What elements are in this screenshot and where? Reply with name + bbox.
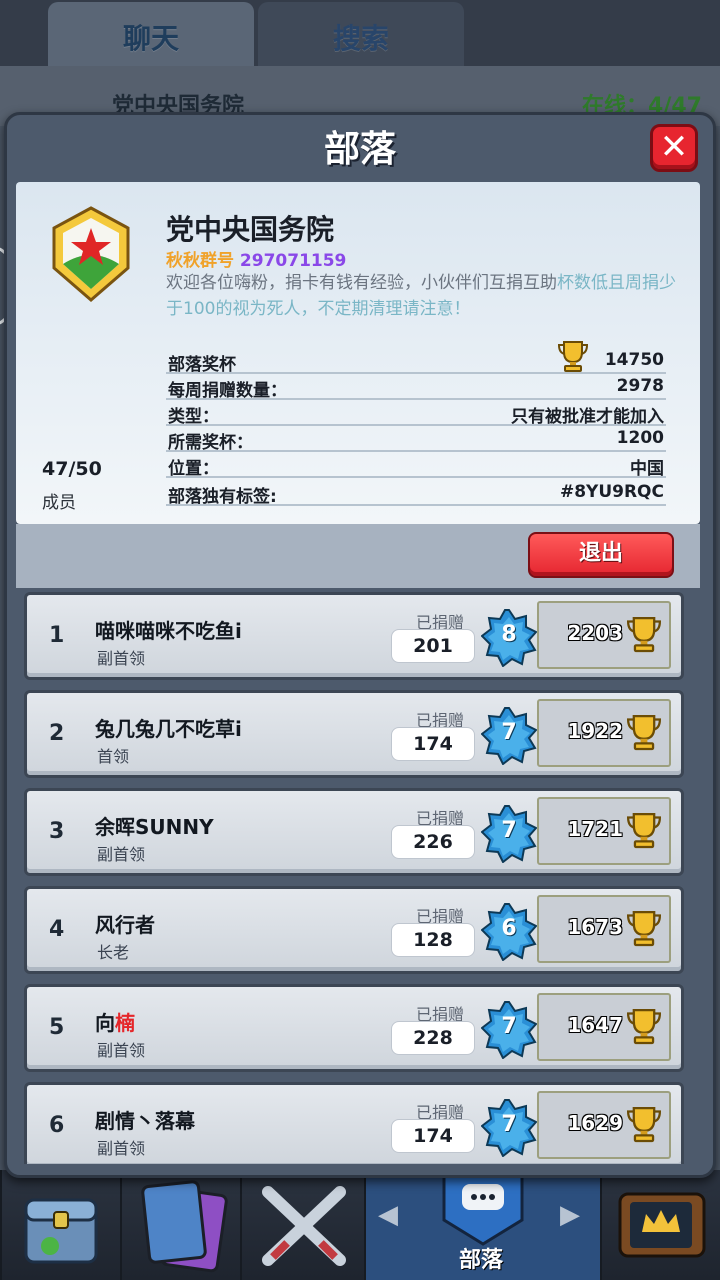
member-list[interactable]: 1 喵咪喵咪不吃鱼i 副首领 已捐赠 201 8 2203 2 兔几兔几不吃草i… xyxy=(16,588,700,1164)
member-trophies: 1629 xyxy=(567,1111,623,1135)
donated-count: 174 xyxy=(391,727,475,761)
member-role: 副首领 xyxy=(97,845,146,864)
member-rank: 6 xyxy=(49,1113,65,1138)
member-role: 副首领 xyxy=(97,1041,146,1060)
nav-clan-label: 部落 xyxy=(458,1248,503,1273)
member-role: 副首领 xyxy=(97,649,146,668)
donated-count: 128 xyxy=(391,923,475,957)
stat-clan-tag: 部落独有标签: #8YU9RQC xyxy=(166,480,666,507)
tab-chat[interactable]: 聊天 xyxy=(48,2,254,66)
tab-search[interactable]: 搜索 xyxy=(258,2,464,66)
stat-required-trophies: 所需奖杯： 1200 xyxy=(166,426,666,453)
stat-value: 2978 xyxy=(616,376,664,396)
member-rank: 4 xyxy=(49,917,65,942)
level-number: 6 xyxy=(501,916,517,941)
member-trophies: 1721 xyxy=(567,817,623,841)
nav-cards[interactable] xyxy=(120,1170,240,1280)
donated-count: 228 xyxy=(391,1021,475,1055)
donated-count: 226 xyxy=(391,825,475,859)
stat-label: 部落独有标签: xyxy=(168,487,277,507)
stat-value: #8YU9RQC xyxy=(559,482,664,502)
clan-name: 党中央国务院 xyxy=(166,213,335,246)
member-role: 首领 xyxy=(97,747,130,766)
stat-value: 1200 xyxy=(616,428,664,448)
qq-group-number: 297071159 xyxy=(239,251,347,271)
members-label: 成员 xyxy=(42,493,76,513)
member-name: 兔几兔几不吃草i xyxy=(95,717,242,741)
trophy-icon xyxy=(627,1107,661,1143)
qq-group-line: 秋秋群号 297071159 xyxy=(166,246,346,271)
tv-royale-icon xyxy=(618,1192,706,1258)
members-count: 47/50 xyxy=(42,458,102,480)
member-trophies: 2203 xyxy=(567,621,623,645)
stat-label: 位置： xyxy=(168,459,219,479)
stat-location: 位置： 中国 xyxy=(166,452,666,479)
stat-value: 14750 xyxy=(604,350,664,370)
member-rank: 5 xyxy=(49,1015,65,1040)
nav-battle[interactable] xyxy=(240,1170,364,1280)
stat-value: 只有被批准才能加入 xyxy=(511,407,664,427)
member-rank: 1 xyxy=(49,623,65,648)
member-row[interactable]: 1 喵咪喵咪不吃鱼i 副首领 已捐赠 201 8 2203 xyxy=(24,592,684,680)
desc-number: 100 xyxy=(183,299,216,319)
desc-part-3: 的视为死人，不定期清理请注意！ xyxy=(215,299,471,319)
nav-right-arrow-icon[interactable]: ▶ xyxy=(560,1200,580,1230)
stat-clan-trophies: 部落奖杯 14750 xyxy=(166,341,666,375)
nav-left-arrow-icon[interactable]: ◀ xyxy=(378,1200,398,1230)
donated-count: 201 xyxy=(391,629,475,663)
member-trophies: 1647 xyxy=(567,1013,623,1037)
member-row[interactable]: 3 余晖SUNNY 副首领 已捐赠 226 7 1721 xyxy=(24,788,684,876)
donated-count: 174 xyxy=(391,1119,475,1153)
member-row[interactable]: 5 向楠 副首领 已捐赠 228 7 1647 xyxy=(24,984,684,1072)
stat-value: 中国 xyxy=(630,459,664,479)
level-number: 8 xyxy=(501,622,517,647)
stat-label: 所需奖杯： xyxy=(168,433,253,453)
level-number: 7 xyxy=(501,1014,517,1039)
nav-tv[interactable] xyxy=(600,1170,720,1280)
member-row[interactable]: 2 兔几兔几不吃草i 首领 已捐赠 174 7 1922 xyxy=(24,690,684,778)
clan-description: 欢迎各位嗨粉，捐卡有钱有经验，小伙伴们互捐互助杯数低且周捐少于100的视为死人，… xyxy=(166,270,676,322)
nav-shop[interactable] xyxy=(0,1170,120,1280)
member-role: 副首领 xyxy=(97,1139,146,1158)
stat-label: 每周捐赠数量： xyxy=(168,381,287,401)
member-name: 风行者 xyxy=(95,913,155,937)
clan-badge-icon xyxy=(52,206,130,302)
member-rank: 2 xyxy=(49,721,65,746)
level-number: 7 xyxy=(501,1112,517,1137)
level-number: 7 xyxy=(501,818,517,843)
crossed-swords-icon xyxy=(262,1186,346,1266)
trophy-icon xyxy=(627,617,661,653)
trophy-icon xyxy=(627,813,661,849)
trophy-icon xyxy=(627,715,661,751)
member-role: 长老 xyxy=(97,943,130,962)
member-trophies: 1922 xyxy=(567,719,623,743)
close-button[interactable]: ✕ xyxy=(650,124,698,172)
modal-title: 部落 xyxy=(323,129,396,170)
member-row[interactable]: 6 剧情丶落幕 副首领 已捐赠 174 7 1629 xyxy=(24,1082,684,1164)
member-row[interactable]: 4 风行者 长老 已捐赠 128 6 1673 xyxy=(24,886,684,974)
stat-weekly-donations: 每周捐赠数量： 2978 xyxy=(166,374,666,401)
stat-label: 类型： xyxy=(168,407,219,427)
member-name: 余晖SUNNY xyxy=(95,815,214,839)
member-name: 向楠 xyxy=(95,1011,135,1035)
member-rank: 3 xyxy=(49,819,65,844)
member-name: 喵咪喵咪不吃鱼i xyxy=(95,619,242,643)
cards-icon xyxy=(141,1180,228,1273)
trophy-icon xyxy=(627,1009,661,1045)
member-trophies: 1673 xyxy=(567,915,623,939)
stat-type: 类型： 只有被批准才能加入 xyxy=(166,400,666,427)
stat-label: 部落奖杯 xyxy=(168,355,236,375)
trophy-icon xyxy=(627,911,661,947)
member-name: 剧情丶落幕 xyxy=(95,1109,195,1133)
chest-icon xyxy=(24,1198,98,1264)
desc-part-1: 欢迎各位嗨粉，捐卡有钱有经验，小伙伴们互捐互助 xyxy=(166,273,557,293)
leave-clan-button[interactable]: 退出 xyxy=(528,532,674,578)
level-number: 7 xyxy=(501,720,517,745)
qq-group-label: 秋秋群号 xyxy=(166,251,234,271)
trophy-icon xyxy=(558,341,588,372)
